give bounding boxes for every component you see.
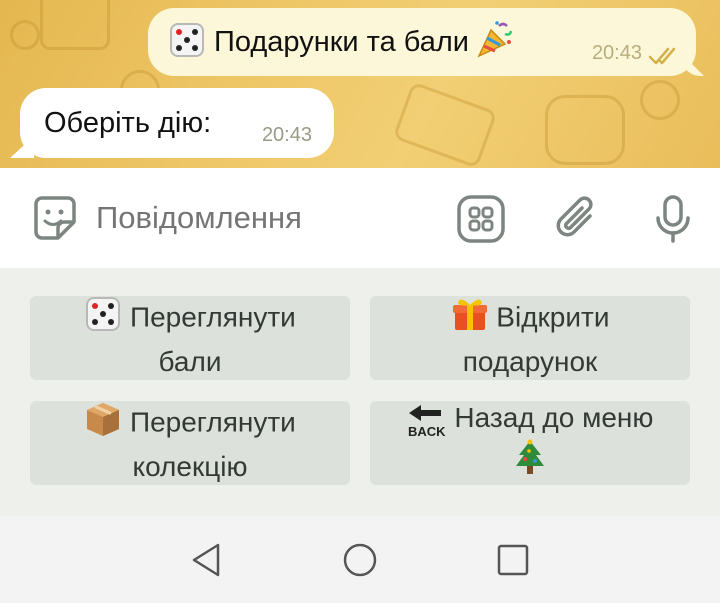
view-collection-button[interactable]: Переглянути колекцію bbox=[30, 401, 350, 485]
sticker-icon[interactable] bbox=[30, 194, 80, 249]
button-label-line1: Переглянути bbox=[129, 301, 296, 333]
back-label: BACK bbox=[408, 424, 446, 439]
back-nav-icon[interactable] bbox=[188, 542, 224, 583]
dice-icon bbox=[168, 21, 206, 64]
home-nav-icon[interactable] bbox=[342, 542, 378, 583]
button-label-line1: Відкрити bbox=[496, 301, 610, 333]
button-label-line1: Переглянути bbox=[129, 406, 296, 438]
attach-icon[interactable] bbox=[552, 194, 602, 249]
reply-keyboard: Переглянути бали Відкрити подарунок Пере… bbox=[0, 268, 720, 516]
button-label-line1: Назад до меню bbox=[454, 402, 654, 434]
view-points-button[interactable]: Переглянути бали bbox=[30, 296, 350, 380]
button-label-line2: колекцію bbox=[132, 451, 248, 482]
incoming-message[interactable]: Оберіть дію: 20:43 bbox=[10, 88, 334, 158]
recents-nav-icon[interactable] bbox=[495, 542, 531, 583]
open-gift-button[interactable]: Відкрити подарунок bbox=[370, 296, 690, 380]
outgoing-message-text: Подарунки та бали bbox=[214, 25, 469, 58]
button-label-line2: бали bbox=[158, 346, 222, 377]
package-icon bbox=[84, 400, 122, 448]
back-arrow-icon: BACK bbox=[407, 401, 447, 439]
button-label-line2: подарунок bbox=[462, 346, 598, 377]
message-input[interactable] bbox=[96, 190, 436, 246]
microphone-icon[interactable] bbox=[648, 194, 698, 249]
christmas-tree-icon bbox=[513, 439, 547, 487]
system-nav-bar bbox=[0, 516, 720, 603]
read-checkmarks-icon bbox=[648, 47, 676, 65]
party-popper-icon bbox=[475, 20, 515, 65]
outgoing-message-time: 20:43 bbox=[591, 42, 642, 64]
outgoing-message[interactable]: Подарунки та бали 20:43 bbox=[148, 8, 704, 76]
gift-icon bbox=[451, 295, 489, 343]
dice-icon bbox=[84, 295, 122, 343]
incoming-message-time: 20:43 bbox=[261, 124, 312, 146]
back-to-menu-button[interactable]: BACK Назад до меню bbox=[370, 401, 690, 485]
bot-menu-icon[interactable] bbox=[456, 194, 506, 249]
incoming-message-text: Оберіть дію: bbox=[44, 106, 212, 139]
